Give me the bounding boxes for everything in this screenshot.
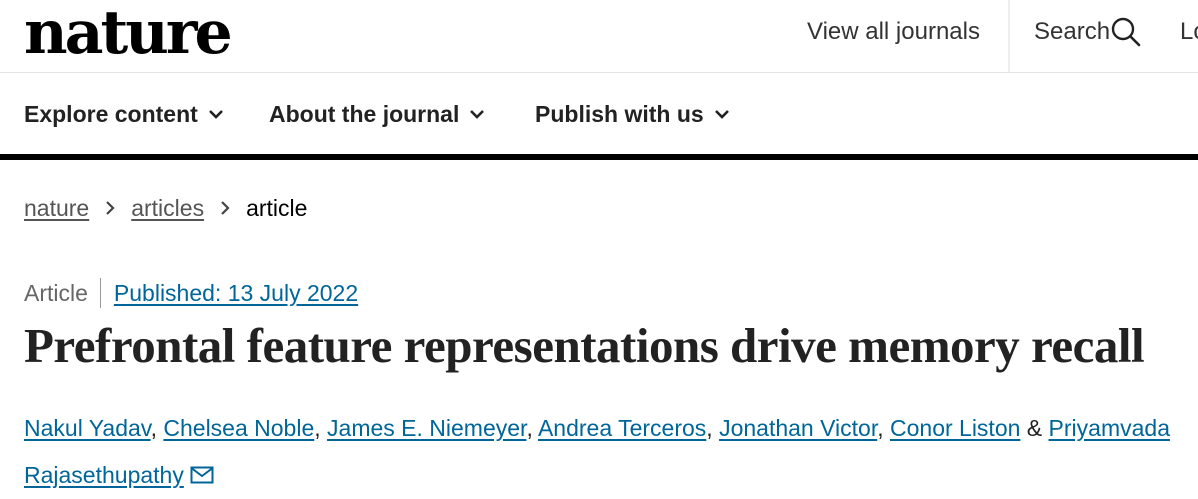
article-meta: Article Published: 13 July 2022 — [24, 278, 358, 308]
nav-explore-content-label: Explore content — [24, 101, 198, 127]
breadcrumb: nature articles article — [24, 194, 307, 222]
nav-about-journal-label: About the journal — [269, 101, 460, 127]
author-separator: , — [877, 415, 890, 441]
author-ampersand: & — [1020, 415, 1049, 441]
nature-logo[interactable]: nature — [24, 2, 233, 64]
breadcrumb-current: article — [246, 195, 308, 221]
site-header: nature View all journals Search Lo — [0, 0, 1198, 73]
author-separator: , — [314, 415, 328, 441]
nav-about-journal[interactable]: About the journal — [269, 100, 485, 128]
chevron-down-icon — [208, 110, 223, 119]
article-title: Prefrontal feature representations drive… — [24, 318, 1145, 373]
nav-bottom-rule — [0, 154, 1198, 160]
view-all-journals-link[interactable]: View all journals — [807, 18, 980, 46]
search-icon[interactable] — [1110, 16, 1142, 48]
author-link[interactable]: Jonathan Victor — [719, 415, 877, 441]
author-separator: , — [526, 415, 538, 441]
search-button-label[interactable]: Search — [1034, 18, 1110, 46]
chevron-down-icon — [470, 110, 485, 119]
author-separator: , — [706, 415, 720, 441]
chevron-down-icon — [714, 110, 729, 119]
author-link[interactable]: Conor Liston — [890, 415, 1020, 441]
journal-nav: Explore content About the journal Publis… — [0, 72, 1198, 154]
chevron-right-icon — [221, 201, 230, 215]
mail-icon[interactable] — [190, 466, 214, 484]
author-link[interactable]: Nakul Yadav — [24, 415, 151, 441]
breadcrumb-articles[interactable]: articles — [131, 194, 204, 222]
author-link[interactable]: James E. Niemeyer — [327, 415, 526, 441]
chevron-right-icon — [106, 201, 115, 215]
author-link[interactable]: Andrea Terceros — [538, 415, 706, 441]
header-divider — [1008, 0, 1010, 72]
article-type: Article — [24, 278, 101, 308]
published-date-link[interactable]: Published: 13 July 2022 — [114, 278, 358, 308]
author-separator: , — [150, 415, 164, 441]
nav-publish-with-us[interactable]: Publish with us — [535, 100, 730, 128]
nav-explore-content[interactable]: Explore content — [24, 100, 224, 128]
author-link[interactable]: Chelsea Noble — [163, 415, 314, 441]
nav-publish-with-us-label: Publish with us — [535, 101, 704, 127]
login-link[interactable]: Lo — [1180, 18, 1198, 46]
breadcrumb-nature[interactable]: nature — [24, 194, 89, 222]
